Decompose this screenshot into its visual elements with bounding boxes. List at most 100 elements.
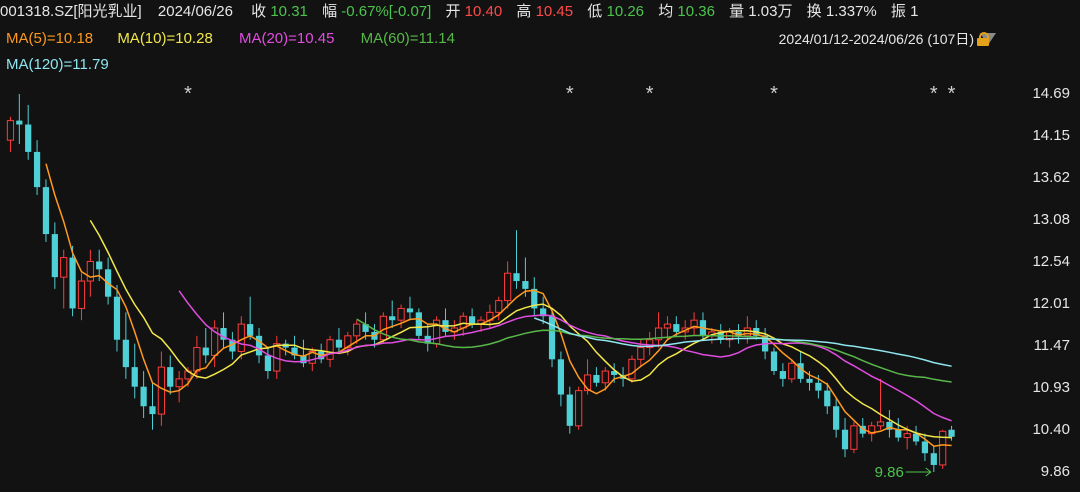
open-label: 开 (445, 3, 461, 20)
y-tick-label: 12.54 (1032, 253, 1070, 271)
candle-down (770, 351, 778, 372)
event-star-marker: * (646, 83, 654, 105)
candle-up (495, 300, 503, 313)
candle-up (939, 430, 947, 466)
candle-down (389, 316, 396, 321)
candle-down (51, 234, 58, 278)
candle-down (593, 374, 600, 383)
candle-up (575, 390, 583, 427)
candle-down (948, 429, 955, 437)
candle-down (557, 359, 565, 395)
stock-code[interactable]: 001318.SZ[阳光乳业] (0, 3, 142, 20)
candle-up (876, 421, 885, 427)
candle-down (469, 316, 476, 325)
candle-down (406, 308, 414, 313)
close-label: 收 (251, 3, 267, 20)
change-value: -0.67%[-0.07] (341, 3, 432, 20)
candle-up (601, 370, 609, 384)
volume-label: 量 (729, 3, 745, 20)
candle-up (237, 323, 245, 352)
candle-down (25, 124, 32, 152)
turnover-label: 换 (806, 3, 822, 20)
candle-up (788, 362, 796, 380)
candle-down (895, 429, 902, 438)
y-tick-label: 13.62 (1032, 168, 1070, 186)
candle-down (548, 316, 556, 360)
candle-down (921, 441, 929, 454)
candle-up (175, 378, 183, 388)
low-annotation-label: 9.86 (875, 464, 904, 481)
candle-down (255, 335, 263, 356)
y-tick-label: 12.01 (1032, 294, 1070, 312)
kline-chart[interactable]: * * * * * * 9.86 (0, 0, 1080, 492)
event-star-marker: * (566, 83, 574, 105)
candle-down (167, 367, 174, 387)
candle-down (335, 339, 343, 348)
lock-icon[interactable] (976, 32, 990, 46)
y-tick-label: 10.93 (1032, 379, 1070, 397)
candle-down (202, 347, 209, 356)
candle-down (264, 355, 272, 372)
candle-down (824, 390, 831, 407)
quote-date: 2024/06/26 (157, 3, 233, 20)
y-tick-label: 14.15 (1032, 127, 1070, 145)
y-tick-label: 10.40 (1032, 420, 1070, 438)
candle-up (193, 347, 201, 372)
date-range-selector[interactable]: 2024/01/12-2024/06/26 (107日) (779, 28, 996, 50)
candle-up (628, 358, 636, 380)
event-star-marker: * (930, 83, 938, 105)
candle-up (379, 315, 387, 341)
candle-down (673, 324, 680, 332)
amplitude-value: 1 (910, 3, 919, 20)
candle-down (33, 151, 41, 188)
avg-value: 10.36 (677, 3, 715, 20)
candle-down (522, 281, 529, 289)
candle-down (122, 339, 129, 368)
candle-up (850, 425, 858, 450)
ma120-legend: MA(120)=11.79 (6, 56, 109, 73)
candle-down (833, 406, 840, 430)
ma20-legend: MA(20)=10.45 (238, 30, 335, 47)
ma120-line (534, 317, 952, 367)
candle-down (513, 273, 520, 282)
candle-down (16, 120, 23, 125)
candle-down (113, 296, 121, 340)
candle-up (663, 323, 672, 329)
candle-up (6, 120, 15, 141)
candle-down (247, 324, 254, 336)
candle-up (743, 327, 751, 337)
candle-up (637, 347, 645, 360)
candle-down (930, 453, 937, 465)
candle-up (353, 323, 361, 337)
candle-down (806, 378, 813, 383)
candle-down (131, 367, 138, 387)
candle-down (140, 386, 147, 407)
candle-up (903, 433, 911, 439)
candle-up (86, 260, 94, 282)
candle-down (815, 382, 822, 391)
volume-value: 1.03万 (748, 3, 793, 20)
candle-down (841, 429, 849, 450)
candle-down (149, 406, 156, 415)
amplitude-label: 振 (890, 3, 906, 20)
candle-up (77, 280, 86, 309)
ma10-legend: MA(10)=10.28 (117, 30, 213, 47)
candle-down (566, 394, 573, 426)
close-value: 10.31 (270, 3, 308, 20)
low-value: 10.26 (606, 3, 645, 20)
candle-down (415, 312, 422, 336)
candle-down (42, 187, 50, 235)
event-star-marker: * (948, 83, 956, 105)
turnover-value: 1.337% (825, 3, 877, 20)
y-tick-label: 13.08 (1032, 211, 1070, 228)
candle-up (157, 366, 165, 415)
ma5-legend: MA(5)=10.18 (6, 30, 94, 47)
candle-up (60, 257, 68, 278)
quote-header: 001318.SZ[阳光乳业] 2024/06/26 收 10.31 幅 -0.… (0, 0, 1080, 24)
candle-up (397, 307, 405, 321)
candle-up (326, 339, 334, 360)
avg-label: 均 (658, 3, 674, 20)
ma-legend-row1: MA(5)=10.18 MA(10)=10.28 MA(20)=10.45 MA… (6, 29, 455, 49)
change-label: 幅 (322, 3, 338, 20)
candle-down (779, 371, 786, 379)
